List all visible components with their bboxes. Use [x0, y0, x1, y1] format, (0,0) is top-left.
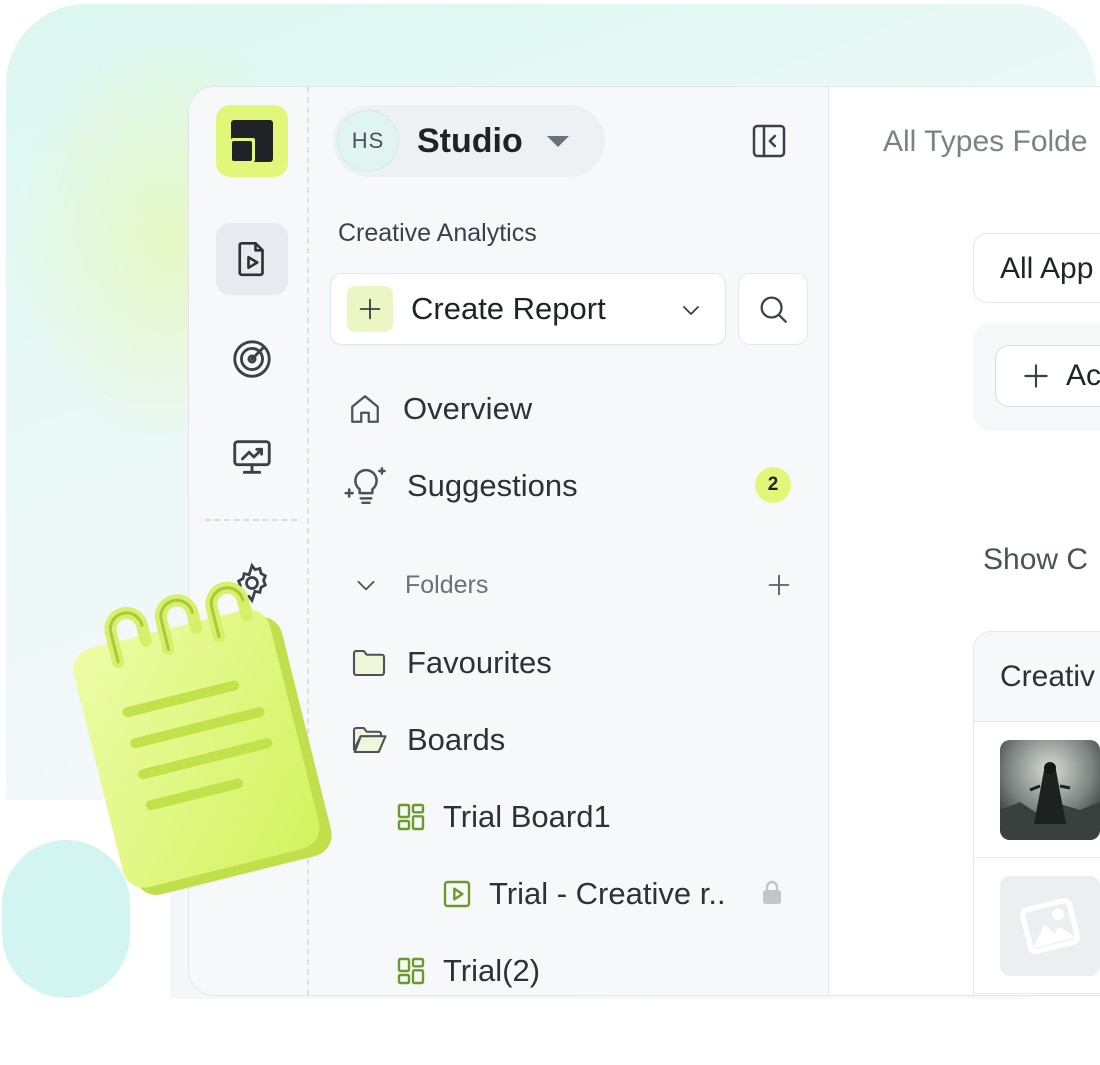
rail-creative-analytics[interactable]	[216, 223, 288, 295]
folders-label: Folders	[405, 570, 489, 599]
board-label: Trial(2)	[443, 953, 541, 988]
suggestions-count-badge: 2	[755, 467, 791, 503]
board-item-trial-board1[interactable]: Trial Board1	[395, 792, 611, 842]
folder-label: Boards	[407, 722, 506, 757]
search-icon	[760, 296, 787, 323]
table-row[interactable]	[974, 858, 1100, 994]
nav-item-label: Overview	[403, 391, 533, 426]
home-icon	[351, 395, 379, 423]
table-header: Creativ	[974, 632, 1100, 722]
lightbulb-sparkle-icon	[344, 467, 386, 505]
creative-thumbnail[interactable]	[1000, 740, 1100, 840]
search-button[interactable]	[738, 273, 808, 345]
video-file-icon	[238, 241, 264, 277]
main-panel: All Types Folde All App Ac Show C Creati…	[829, 87, 1100, 995]
folder-open-icon	[352, 726, 387, 754]
app-logo[interactable]	[216, 105, 288, 177]
folder-label: Favourites	[407, 645, 552, 680]
report-label: Trial - Creative r..	[489, 876, 726, 911]
filter-card: Ac	[973, 323, 1100, 431]
create-report-button[interactable]: Create Report	[330, 273, 726, 345]
nav-item-suggestions[interactable]: Suggestions	[343, 461, 578, 511]
caret-down-icon	[546, 135, 569, 147]
report-item-trial-creative[interactable]: Trial - Creative r..	[441, 869, 726, 919]
rail-divider	[205, 519, 297, 521]
chevron-down-icon	[357, 580, 375, 591]
chevron-down-icon[interactable]	[679, 298, 703, 327]
board-item-trial-2[interactable]: Trial(2)	[395, 946, 541, 995]
board-grid-icon	[397, 803, 425, 831]
folder-item-boards[interactable]: Boards	[351, 715, 505, 765]
folders-header[interactable]: Folders	[353, 561, 793, 609]
section-label: Creative Analytics	[338, 219, 537, 247]
presentation-chart-icon	[233, 440, 271, 474]
board-label: Trial Board1	[443, 799, 611, 834]
nav-item-overview[interactable]: Overview	[347, 384, 532, 434]
sidebar-collapse-icon	[752, 124, 786, 158]
add-folder-button[interactable]	[765, 571, 793, 604]
folder-item-favourites[interactable]: Favourites	[351, 638, 552, 688]
page-title: All Types Folde	[883, 125, 1088, 158]
collapse-sidebar-button[interactable]	[749, 121, 789, 166]
table-row[interactable]	[974, 722, 1100, 858]
add-filter-label: Ac	[1066, 359, 1100, 392]
plus-icon	[347, 286, 393, 332]
board-grid-icon	[397, 957, 425, 985]
show-columns-label[interactable]: Show C	[983, 543, 1088, 577]
notepad-illustration	[62, 572, 342, 902]
add-filter-button[interactable]: Ac	[995, 345, 1100, 407]
workspace-name: Studio	[417, 121, 523, 160]
app-filter-select[interactable]: All App	[973, 233, 1100, 303]
nav-item-label: Suggestions	[407, 468, 578, 503]
plus-icon	[1024, 364, 1048, 388]
folder-icon	[352, 649, 386, 677]
rail-performance[interactable]	[216, 421, 288, 493]
image-placeholder	[1000, 876, 1100, 976]
rail-radar[interactable]	[216, 323, 288, 395]
workspace-switcher[interactable]: HS Studio	[333, 105, 605, 177]
create-report-label: Create Report	[411, 291, 606, 326]
sidebar-panel: HS Studio Creative Analytics Create Repo…	[309, 87, 829, 995]
lock-icon	[760, 878, 784, 911]
radar-icon	[233, 340, 271, 378]
creatives-table: Creativ	[973, 631, 1100, 995]
avatar: HS	[337, 110, 399, 172]
play-square-icon	[443, 880, 471, 908]
plus-icon	[768, 574, 790, 596]
image-icon	[1020, 897, 1080, 955]
